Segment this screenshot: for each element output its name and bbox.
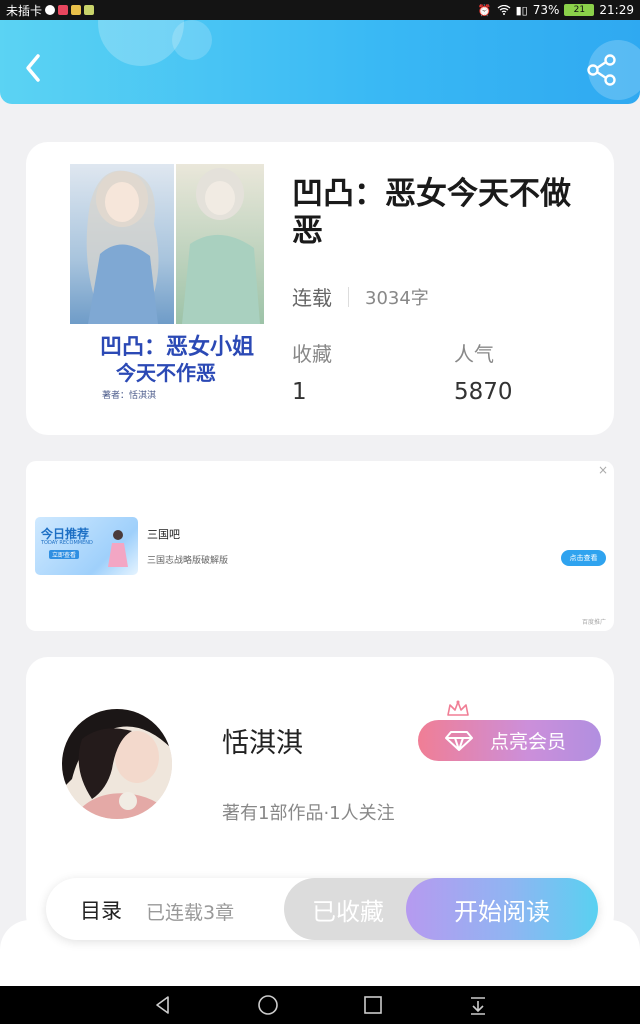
popularity-label: 人气 [454,342,494,366]
author-avatar[interactable] [62,709,172,819]
cover-title-line2: 今天不作恶 [116,361,216,385]
word-count: 3034字 [365,287,429,309]
ad-close-button[interactable]: × [598,463,608,477]
bottom-action-bar: 目录 已连载3章 已收藏 开始阅读 [46,878,598,940]
start-reading-button[interactable]: 开始阅读 [406,878,598,940]
battery-percent: 73% [532,3,560,17]
ad-name: 三国吧 [147,528,180,541]
favorites-value: 1 [292,379,307,405]
book-cover[interactable]: 凹凸：恶女小姐 今天不作恶 著者：恬淇淇 [70,164,264,404]
back-arrow-icon[interactable] [20,50,48,86]
header [0,20,640,104]
serial-status: 连载 [292,286,332,310]
alarm-icon: ⏰ [477,3,492,17]
decor-bubble [172,20,212,60]
circle-home-icon[interactable] [257,994,279,1016]
app-icon-green [84,5,95,15]
author-name: 恬淇淇 [222,728,303,759]
start-reading-label: 开始阅读 [454,897,550,926]
ad-card[interactable]: × 今日推荐 TODAY RECOMMEND 立即查看 三国吧 三国志战略版破解… [26,461,614,631]
ad-view-button[interactable]: 点击查看 [561,550,606,566]
square-recent-icon[interactable] [362,994,384,1016]
divider [348,286,349,307]
book-title: 凹凸：恶女今天不做恶 [292,176,571,249]
ad-mark: 百度推广 [581,619,606,626]
crown-icon [447,700,469,716]
app-icon-red [58,5,69,15]
toc-button[interactable]: 目录 [80,895,122,925]
ad-image-button: 立即查看 [49,550,80,559]
battery-icon: 21 [564,4,595,16]
chapter-count[interactable]: 已连载3章 [146,898,234,925]
carrier-text: 未插卡 [6,3,43,18]
ad-description: 三国志战略版破解版 [147,556,229,566]
favorites-stat: 收藏 1 [292,338,332,405]
collected-label: 已收藏 [312,897,384,926]
cover-title-line1: 凹凸：恶女小姐 [100,334,254,360]
cover-author: 著者：恬淇淇 [102,389,156,401]
book-status-row: 连载 3034字 [292,282,429,311]
popularity-stat: 人气 5870 [454,338,513,405]
status-bar: 未插卡 ⏰ ▮▯ 73% 21 21:29 [0,0,640,20]
signal-icon: ▮▯ [515,3,528,17]
system-nav-bar [0,986,640,1024]
notification-down-icon[interactable] [467,994,489,1016]
member-button-label: 点亮会员 [490,731,567,753]
ad-image[interactable]: 今日推荐 TODAY RECOMMEND 立即查看 [35,517,138,575]
clock: 21:29 [599,3,634,17]
activate-member-button[interactable]: 点亮会员 [418,720,601,761]
triangle-back-icon[interactable] [152,994,174,1016]
wifi-icon [497,5,511,15]
diamond-icon [445,730,473,751]
sim-icon [45,5,56,15]
share-icon[interactable] [584,52,620,88]
book-info-card: 凹凸：恶女小姐 今天不作恶 著者：恬淇淇 凹凸：恶女今天不做恶 连载 3034字… [26,142,614,435]
app-icon-yellow [71,5,82,15]
author-meta: 著有1部作品·1人关注 [222,803,395,824]
ad-girl-illustration [108,530,128,567]
popularity-value: 5870 [454,379,513,405]
ad-image-subtitle: TODAY RECOMMEND [41,540,93,546]
favorites-label: 收藏 [292,342,332,366]
decor-bubble [98,20,184,66]
